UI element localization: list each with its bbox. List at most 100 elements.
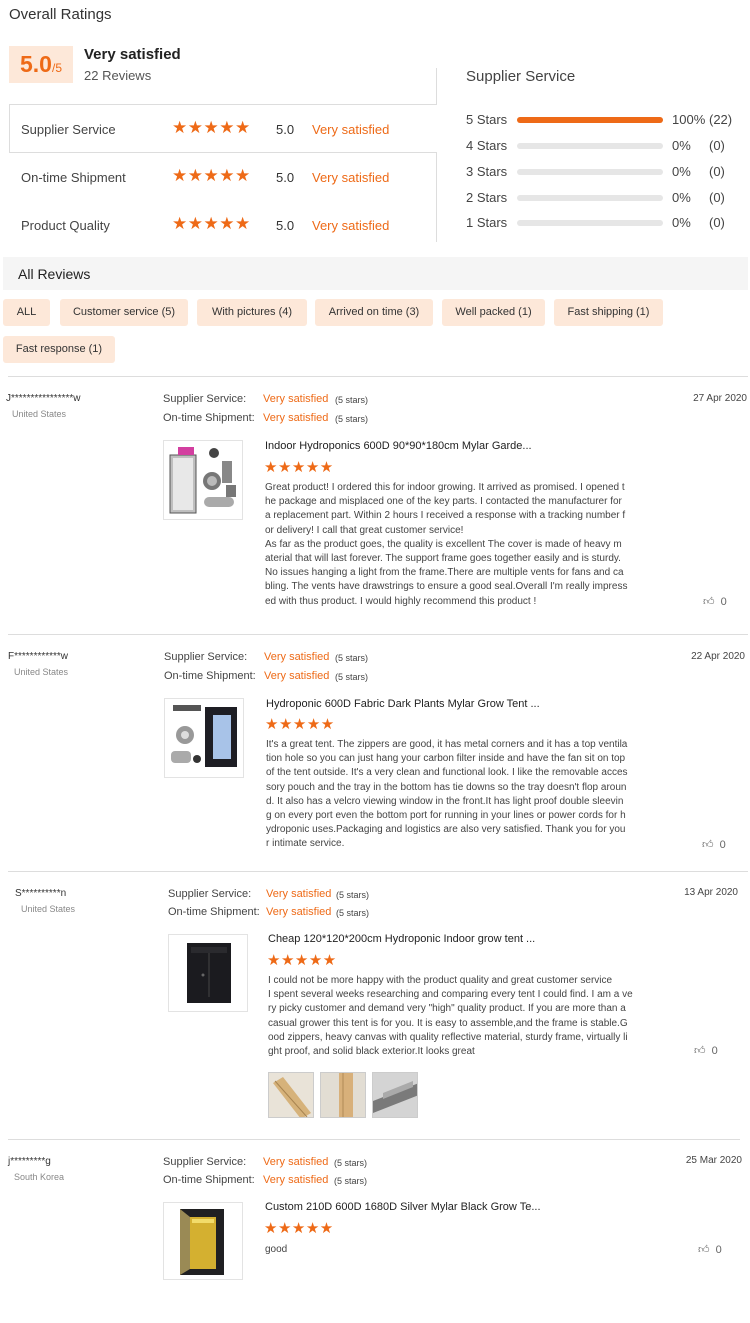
product-title-link[interactable]: Cheap 120*120*200cm Hydroponic Indoor gr… bbox=[268, 933, 535, 945]
breakdown-row-pct: 0% bbox=[672, 138, 691, 153]
supplier-service-stars: (5 stars) bbox=[336, 890, 370, 900]
summary-row-name: Supplier Service bbox=[21, 122, 116, 137]
thumbs-up-icon: 👍︎ bbox=[702, 839, 714, 851]
review-photo[interactable] bbox=[268, 1072, 314, 1118]
supplier-service-label: Supplier Service: bbox=[164, 651, 248, 663]
shipment-value: Very satisfied bbox=[263, 1174, 329, 1186]
breakdown-row-pct: 100% bbox=[672, 112, 706, 127]
star-rating-icon: ★★★★★ bbox=[172, 214, 251, 233]
product-title-link[interactable]: Indoor Hydroponics 600D 90*90*180cm Myla… bbox=[265, 440, 532, 452]
reviewer-country: United States bbox=[14, 667, 69, 677]
like-count: 0 bbox=[719, 839, 726, 851]
divider bbox=[8, 1139, 740, 1140]
review-text: It's a great tent. The zippers are good,… bbox=[266, 739, 628, 850]
summary-row-value: 5.0 bbox=[276, 218, 295, 233]
star-rating-icon: ★★★★★ bbox=[172, 118, 251, 137]
breakdown-row-count: (0) bbox=[709, 190, 725, 205]
review-photo[interactable] bbox=[372, 1072, 418, 1118]
like-button[interactable]: 👍︎ 0 bbox=[694, 1044, 718, 1057]
summary-divider-right-top bbox=[436, 68, 437, 105]
divider bbox=[8, 871, 748, 872]
reviewer-country: United States bbox=[12, 409, 67, 419]
review-text: good bbox=[265, 1244, 288, 1255]
overall-ratings-title: Overall Ratings bbox=[9, 6, 112, 23]
product-thumbnail[interactable] bbox=[164, 698, 244, 778]
breakdown-row-bar bbox=[517, 143, 663, 149]
all-reviews-title: All Reviews bbox=[18, 266, 91, 282]
thumbs-up-icon: 👍︎ bbox=[694, 1045, 706, 1057]
review-date: 22 Apr 2020 bbox=[691, 651, 745, 662]
breakdown-row-label: 3 Stars bbox=[466, 164, 508, 179]
like-count: 0 bbox=[711, 1045, 718, 1057]
supplier-service-label: Supplier Service: bbox=[168, 888, 252, 900]
overall-score-suffix: /5 bbox=[51, 61, 62, 75]
filter-fast-response[interactable]: Fast response (1) bbox=[3, 336, 115, 363]
shipment-stars: (5 stars) bbox=[336, 908, 370, 918]
shipment-label: On-time Shipment: bbox=[163, 1174, 255, 1186]
summary-divider-mid bbox=[9, 152, 437, 153]
breakdown-row-bar-fill bbox=[517, 117, 663, 123]
overall-score-label: Very satisfied bbox=[84, 46, 181, 63]
summary-row-value: 5.0 bbox=[276, 122, 295, 137]
review-date: 27 Apr 2020 bbox=[693, 393, 747, 404]
shipment-stars: (5 stars) bbox=[335, 672, 369, 682]
breakdown-row-count: (22) bbox=[709, 112, 733, 127]
reviews-count: 22 Reviews bbox=[84, 68, 152, 83]
like-button[interactable]: 👍︎ 0 bbox=[703, 595, 727, 608]
review-stars-icon: ★★★★★ bbox=[264, 1220, 334, 1237]
breakdown-row-label: 2 Stars bbox=[466, 190, 508, 205]
shipment-stars: (5 stars) bbox=[335, 414, 369, 424]
product-thumbnail[interactable] bbox=[163, 1202, 243, 1280]
overall-score: 5.0 bbox=[20, 51, 52, 77]
like-button[interactable]: 👍︎ 0 bbox=[702, 838, 726, 851]
breakdown-row-bar bbox=[517, 117, 663, 123]
review-text: Great product! I ordered this for indoor… bbox=[265, 482, 628, 607]
thumbs-up-icon: 👍︎ bbox=[703, 596, 715, 608]
reviewer-name: j*********g bbox=[8, 1156, 51, 1167]
breakdown-row-label: 4 Stars bbox=[466, 138, 508, 153]
shipment-value: Very satisfied bbox=[264, 670, 330, 682]
product-thumbnail[interactable] bbox=[168, 934, 248, 1012]
breakdown-row-count: (0) bbox=[709, 138, 725, 153]
supplier-service-value: Very satisfied bbox=[263, 1156, 329, 1168]
reviewer-name: F************w bbox=[8, 651, 69, 662]
product-thumbnail[interactable] bbox=[163, 440, 243, 520]
summary-divider-top bbox=[9, 104, 437, 105]
summary-row-label: Very satisfied bbox=[312, 218, 390, 233]
filter-all[interactable]: ALL bbox=[3, 299, 50, 326]
review-stars-icon: ★★★★★ bbox=[264, 459, 334, 476]
supplier-service-value: Very satisfied bbox=[263, 393, 329, 405]
supplier-service-value: Very satisfied bbox=[266, 888, 332, 900]
reviewer-name: J****************w bbox=[6, 393, 81, 404]
summary-row-name: On-time Shipment bbox=[21, 170, 126, 185]
breakdown-row-bar bbox=[517, 220, 663, 226]
filter-fast-shipping[interactable]: Fast shipping (1) bbox=[554, 299, 663, 326]
breakdown-row-pct: 0% bbox=[672, 190, 691, 205]
filter-customer-service[interactable]: Customer service (5) bbox=[60, 299, 188, 326]
supplier-service-stars: (5 stars) bbox=[334, 1158, 368, 1168]
review-photo[interactable] bbox=[320, 1072, 366, 1118]
like-button[interactable]: 👍︎ 0 bbox=[698, 1243, 722, 1256]
breakdown-row-count: (0) bbox=[709, 215, 725, 230]
shipment-label: On-time Shipment: bbox=[168, 906, 260, 918]
supplier-service-value: Very satisfied bbox=[264, 651, 330, 663]
all-reviews-header: All Reviews bbox=[3, 257, 748, 290]
product-title-link[interactable]: Hydroponic 600D Fabric Dark Plants Mylar… bbox=[266, 698, 540, 710]
summary-row-name: Product Quality bbox=[21, 218, 110, 233]
summary-divider-left bbox=[9, 104, 10, 153]
filter-with-pictures[interactable]: With pictures (4) bbox=[197, 299, 307, 326]
filter-well-packed[interactable]: Well packed (1) bbox=[442, 299, 545, 326]
review-date: 25 Mar 2020 bbox=[685, 1155, 742, 1166]
review-stars-icon: ★★★★★ bbox=[265, 716, 335, 733]
supplier-service-label: Supplier Service: bbox=[163, 393, 247, 405]
shipment-value: Very satisfied bbox=[263, 412, 329, 424]
filter-arrived-on-time[interactable]: Arrived on time (3) bbox=[315, 299, 433, 326]
supplier-service-stars: (5 stars) bbox=[335, 653, 369, 663]
review-text: I could not be more happy with the produ… bbox=[268, 975, 633, 1058]
supplier-service-stars: (5 stars) bbox=[335, 395, 369, 405]
overall-score-badge: 5.0/5 bbox=[9, 46, 73, 83]
breakdown-title: Supplier Service bbox=[466, 68, 576, 85]
product-title-link[interactable]: Custom 210D 600D 1680D Silver Mylar Blac… bbox=[265, 1201, 541, 1213]
shipment-stars: (5 stars) bbox=[334, 1176, 368, 1186]
review-stars-icon: ★★★★★ bbox=[267, 952, 337, 969]
